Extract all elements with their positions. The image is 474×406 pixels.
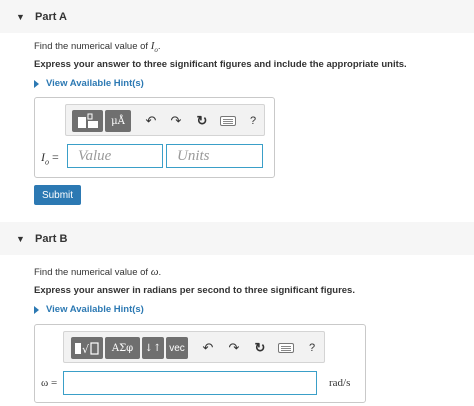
keyboard-icon[interactable] xyxy=(220,116,236,126)
value-input[interactable]: Value xyxy=(67,144,163,168)
undo-icon[interactable]: ↶ xyxy=(142,112,160,130)
part-a-answer-box: μÅ ↶ ↷ ↻ ? Io = Value Units xyxy=(34,97,275,178)
hint-label: View Available Hint(s) xyxy=(46,78,144,89)
redo-icon[interactable]: ↷ xyxy=(225,339,243,357)
redo-icon[interactable]: ↷ xyxy=(167,112,185,130)
part-b-instruction: Express your answer in radians per secon… xyxy=(34,285,355,296)
part-b-prompt: Find the numerical value of ω. xyxy=(34,266,162,278)
part-b-title: Part B xyxy=(35,232,68,245)
part-b-header[interactable]: ▼ Part B xyxy=(0,222,474,255)
help-icon[interactable]: ? xyxy=(244,112,262,130)
expand-arrow-icon xyxy=(34,305,39,314)
part-a-instruction: Express your answer to three significant… xyxy=(34,59,407,70)
templates-icon: √ xyxy=(75,342,99,356)
svg-text:√: √ xyxy=(82,343,90,356)
hint-label: View Available Hint(s) xyxy=(46,304,144,315)
units-button[interactable]: μÅ xyxy=(105,110,131,132)
part-a-title: Part A xyxy=(35,10,67,23)
vec-button[interactable]: vec xyxy=(166,337,188,359)
units-input[interactable]: Units xyxy=(166,144,263,168)
expand-arrow-icon xyxy=(34,79,39,88)
part-b-hint-link[interactable]: View Available Hint(s) xyxy=(34,304,144,315)
part-a-prompt: Find the numerical value of Io. xyxy=(34,40,161,54)
collapse-triangle-icon: ▼ xyxy=(16,233,25,244)
part-b-field-label: ω = xyxy=(41,377,58,389)
part-b-toolbar: √ ΑΣφ ↓↑ vec ↶ ↷ ↻ ? xyxy=(63,331,325,363)
arrows-button[interactable]: ↓↑ xyxy=(142,337,164,359)
submit-button[interactable]: Submit xyxy=(34,185,81,205)
unit-label: rad/s xyxy=(329,377,351,389)
templates-button[interactable] xyxy=(72,110,103,132)
omega-input[interactable] xyxy=(63,371,317,395)
undo-icon[interactable]: ↶ xyxy=(199,339,217,357)
part-a-header[interactable]: ▼ Part A xyxy=(0,0,474,33)
reset-icon[interactable]: ↻ xyxy=(251,339,269,357)
part-a-hint-link[interactable]: View Available Hint(s) xyxy=(34,78,144,89)
reset-icon[interactable]: ↻ xyxy=(193,112,211,130)
keyboard-icon[interactable] xyxy=(278,343,294,353)
part-b-answer-box: √ ΑΣφ ↓↑ vec ↶ ↷ ↻ ? ω = rad/s xyxy=(34,324,366,403)
greek-symbols-button[interactable]: ΑΣφ xyxy=(105,337,140,359)
part-a-toolbar: μÅ ↶ ↷ ↻ ? xyxy=(65,104,265,136)
templates-icon xyxy=(77,113,98,128)
part-a-field-label: Io = xyxy=(41,150,59,167)
collapse-triangle-icon: ▼ xyxy=(16,11,25,22)
help-icon[interactable]: ? xyxy=(303,339,321,357)
templates-button[interactable]: √ xyxy=(71,337,103,359)
